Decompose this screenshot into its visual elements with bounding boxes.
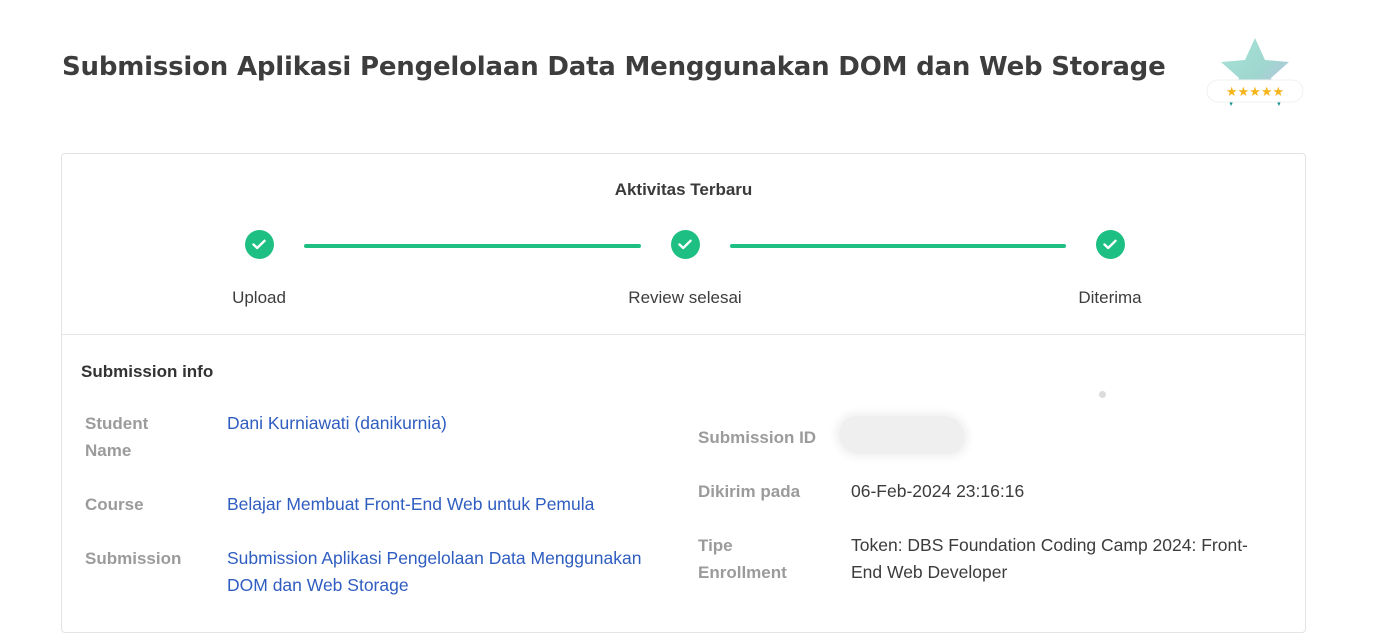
svg-text:★★★★★: ★★★★★ (1226, 85, 1284, 100)
course-label: Course (85, 495, 144, 514)
submission-info-title: Submission info (81, 362, 214, 381)
step-label-review: Review selesai (628, 288, 742, 307)
activity-title: Aktivitas Terbaru (614, 180, 753, 199)
submission-link[interactable]: Submission Aplikasi Pengelolaan Data Men… (227, 545, 667, 599)
page-title: Submission Aplikasi Pengelolaan Data Men… (62, 52, 1166, 82)
step-label-upload: Upload (232, 288, 286, 307)
section-divider (62, 334, 1305, 335)
course-link[interactable]: Belajar Membuat Front-End Web untuk Pemu… (227, 491, 667, 518)
submission-label: Submission (85, 549, 182, 568)
step-label-accepted: Diterima (1078, 288, 1142, 307)
enrollment-type-label: Tipe Enrollment (698, 536, 787, 582)
submission-card: Aktivitas Terbaru Upload Review selesai … (61, 153, 1306, 633)
star-rating-badge-icon: ★★★★★ (1206, 38, 1304, 106)
check-icon (1095, 230, 1125, 259)
student-name-link[interactable]: Dani Kurniawati (danikurnia) (227, 410, 667, 437)
decorative-dot (1099, 391, 1106, 398)
check-icon (244, 230, 274, 259)
submission-id-label: Submission ID (698, 428, 817, 447)
check-icon (670, 230, 700, 259)
student-name-label: Student Name (85, 414, 149, 460)
step-upload: Upload (129, 230, 389, 308)
sent-at-value: 06-Feb-2024 23:16:16 (851, 481, 1025, 501)
sent-at-label: Dikirim pada (698, 482, 801, 501)
step-accepted: Diterima (980, 230, 1240, 308)
submission-id-redacted (839, 416, 965, 454)
enrollment-type-value: Token: DBS Foundation Coding Camp 2024: … (851, 535, 1248, 582)
step-review: Review selesai (555, 230, 815, 308)
